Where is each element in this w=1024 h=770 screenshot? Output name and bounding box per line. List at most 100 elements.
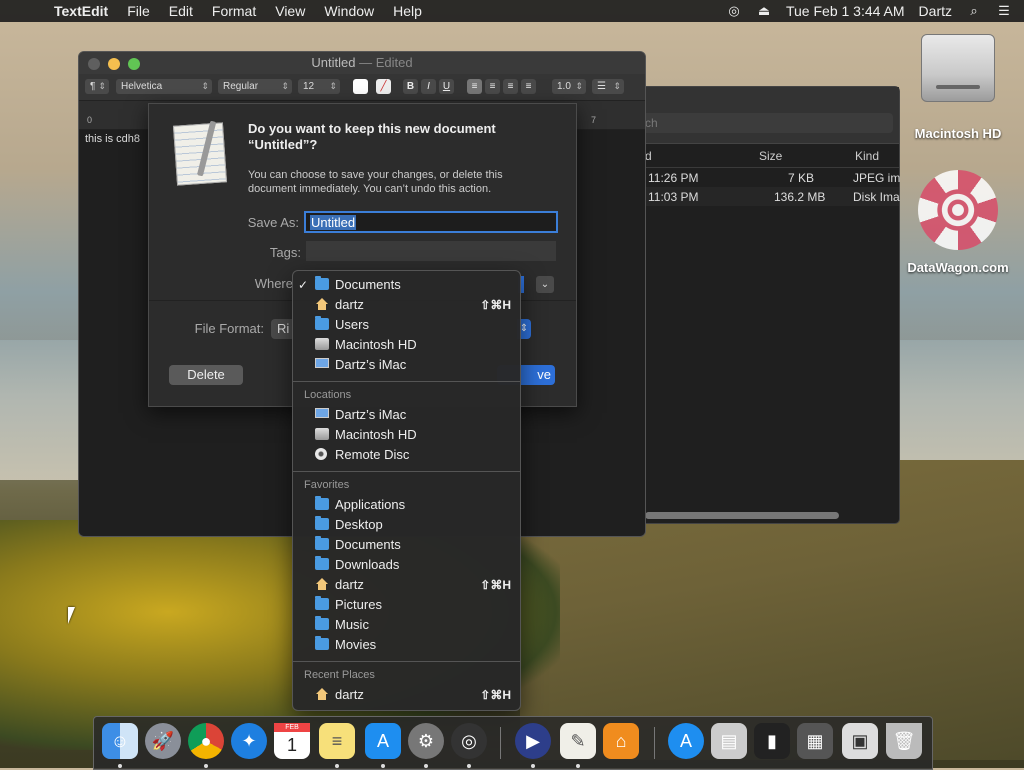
chrome-app-icon[interactable]: ▣	[842, 723, 878, 759]
minimize-button[interactable]	[108, 58, 120, 70]
finder-icon[interactable]: ☺	[102, 723, 138, 759]
menu-item-label: Remote Disc	[335, 447, 410, 462]
menu-item-documents-favorite[interactable]: Documents	[293, 535, 520, 555]
safari-icon[interactable]: ✦	[231, 723, 267, 759]
menu-item-pictures[interactable]: Pictures	[293, 595, 520, 615]
where-dropdown-menu: ✓ Documents dartz ⇧⌘H Users Macintosh HD…	[292, 270, 521, 711]
calendar-icon[interactable]: FEB 1	[274, 723, 310, 759]
menu-item-applications[interactable]: Applications	[293, 495, 520, 515]
notes-icon[interactable]: ≡	[319, 723, 355, 759]
finder-horizontal-scrollbar[interactable]	[645, 512, 839, 519]
finder-search-field[interactable]: ch	[641, 113, 893, 133]
trash-icon[interactable]: 🗑	[886, 723, 922, 759]
shortcut-label: ⇧⌘H	[480, 688, 511, 702]
menu-item-dartz-favorite[interactable]: dartz ⇧⌘H	[293, 575, 520, 595]
close-button[interactable]	[88, 58, 100, 70]
menu-help[interactable]: Help	[393, 3, 422, 19]
document-text[interactable]: this is cdh8	[85, 133, 140, 145]
launchpad-icon[interactable]: 🚀	[145, 723, 181, 759]
italic-button[interactable]: I	[421, 79, 436, 94]
chrome-icon[interactable]: ●	[188, 723, 224, 759]
menu-edit[interactable]: Edit	[169, 3, 193, 19]
media-player-icon[interactable]: ▶	[515, 723, 551, 759]
column-kind[interactable]: Kind	[855, 149, 879, 163]
delete-button[interactable]: Delete	[169, 365, 243, 385]
menubar-user[interactable]: Dartz	[919, 3, 952, 19]
menu-item-label: Macintosh HD	[335, 337, 417, 352]
ruler-mark-start: 0	[87, 115, 93, 125]
line-spacing-popup[interactable]: 1.0	[552, 79, 586, 94]
menu-item-music[interactable]: Music	[293, 615, 520, 635]
menu-item-label: dartz	[335, 687, 364, 702]
locations-header: Locations	[304, 389, 352, 401]
notification-center-icon[interactable]: ☰	[996, 4, 1012, 18]
menu-item-imac-location[interactable]: Dartz’s iMac	[293, 405, 520, 425]
app-store-downloads-icon[interactable]: A	[668, 723, 704, 759]
paragraph-styles-popup[interactable]: ¶	[85, 79, 109, 94]
menu-item-downloads[interactable]: Downloads	[293, 555, 520, 575]
align-left-icon[interactable]: ≡	[467, 79, 482, 94]
align-justify-icon[interactable]: ≡	[521, 79, 536, 94]
menubar-clock[interactable]: Tue Feb 1 3:44 AM	[786, 3, 905, 19]
menu-item-macintosh-hd[interactable]: Macintosh HD	[293, 335, 520, 355]
menu-window[interactable]: Window	[324, 3, 374, 19]
bold-button[interactable]: B	[403, 79, 418, 94]
menu-item-movies[interactable]: Movies	[293, 635, 520, 655]
save-as-field[interactable]: Untitled	[304, 211, 558, 233]
textedit-icon[interactable]: ✎	[560, 723, 596, 759]
system-preferences-icon[interactable]: ⚙	[408, 723, 444, 759]
preview-icon[interactable]: ▤	[711, 723, 747, 759]
font-style-popup[interactable]: Regular	[218, 79, 292, 94]
align-center-icon[interactable]: ≡	[485, 79, 500, 94]
menu-item-macintosh-hd-location[interactable]: Macintosh HD	[293, 425, 520, 445]
home-icon[interactable]: ⌂	[603, 723, 639, 759]
desktop-icon-macintosh-hd[interactable]: Macintosh HD	[906, 34, 1010, 141]
column-size[interactable]: Size	[759, 149, 782, 163]
menu-item-remote-disc[interactable]: Remote Disc	[293, 445, 520, 465]
row-size: 136.2 MB	[774, 190, 826, 204]
menu-item-desktop[interactable]: Desktop	[293, 515, 520, 535]
menu-item-dartz-recent[interactable]: dartz ⇧⌘H	[293, 685, 520, 705]
menu-item-documents[interactable]: ✓ Documents	[293, 275, 520, 295]
background-color-button[interactable]: ╱	[376, 79, 391, 94]
desktop-icon-datawagon[interactable]: DataWagon.com	[898, 170, 1018, 275]
hard-drive-icon	[315, 428, 329, 440]
obs-status-icon[interactable]: ◎	[726, 4, 742, 18]
menu-file[interactable]: File	[127, 3, 150, 19]
shortcut-label: ⇧⌘H	[480, 298, 511, 312]
window-titlebar[interactable]: Untitled — Edited	[79, 52, 645, 74]
text-color-button[interactable]	[353, 79, 368, 94]
menu-item-dartz[interactable]: dartz ⇧⌘H	[293, 295, 520, 315]
window-title: Untitled	[311, 55, 356, 70]
folder-icon	[315, 276, 329, 290]
column-date[interactable]: d	[645, 149, 652, 163]
folder-icon	[315, 616, 329, 630]
font-family-popup[interactable]: Helvetica	[116, 79, 212, 94]
underline-button[interactable]: U	[439, 79, 454, 94]
screenshot-icon[interactable]: ▦	[797, 723, 833, 759]
menu-app-name[interactable]: TextEdit	[54, 3, 108, 19]
disc-icon	[315, 448, 327, 460]
hard-drive-icon	[921, 34, 995, 102]
eject-icon[interactable]: ⏏	[756, 4, 772, 18]
menu-view[interactable]: View	[275, 3, 305, 19]
spotlight-search-icon[interactable]: ⌕	[966, 4, 982, 18]
menu-format[interactable]: Format	[212, 3, 256, 19]
menu-separator	[293, 471, 520, 472]
expand-chevron-button[interactable]: ⌄	[536, 276, 554, 293]
app-store-icon[interactable]: A	[365, 723, 401, 759]
row-date: 11:03 PM	[648, 190, 699, 204]
list-bullets-popup[interactable]: ☰	[592, 79, 624, 94]
obs-icon[interactable]: ◎	[451, 723, 487, 759]
imac-icon	[315, 408, 329, 418]
folder-icon	[315, 556, 329, 570]
tags-field[interactable]	[306, 241, 556, 261]
font-size-popup[interactable]: 12	[298, 79, 340, 94]
terminal-icon[interactable]: ▮	[754, 723, 790, 759]
menu-item-imac[interactable]: Dartz’s iMac	[293, 355, 520, 375]
align-right-icon[interactable]: ≡	[503, 79, 518, 94]
menu-item-users[interactable]: Users	[293, 315, 520, 335]
menu-item-label: Applications	[335, 497, 406, 512]
ruler-mark-end: 7	[591, 115, 597, 125]
zoom-button[interactable]	[128, 58, 140, 70]
